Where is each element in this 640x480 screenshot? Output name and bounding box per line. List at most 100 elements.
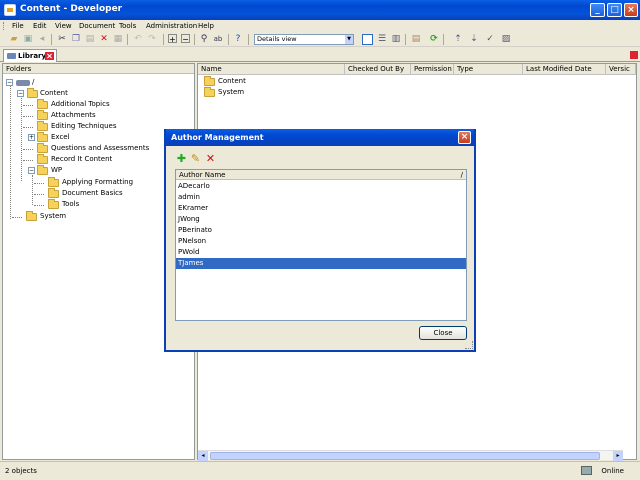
- cut-icon[interactable]: ✂: [56, 34, 68, 45]
- tree-item-label: Additional Topics: [51, 100, 110, 108]
- expand-icon[interactable]: +: [168, 34, 177, 44]
- dialog-close-icon[interactable]: ×: [458, 131, 471, 144]
- column-header-type[interactable]: Type: [454, 64, 523, 75]
- folder-icon: [37, 110, 48, 120]
- column-header-last-modified-date[interactable]: Last Modified Date: [523, 64, 606, 75]
- add-icon[interactable]: ✚: [176, 153, 187, 164]
- status-icon[interactable]: ▨: [500, 34, 512, 45]
- tree-root-label: /: [32, 78, 35, 86]
- undo-arrow-icon[interactable]: ↶: [132, 34, 144, 45]
- author-row[interactable]: PWold: [176, 247, 466, 258]
- collapse-toggle-icon[interactable]: −: [17, 90, 24, 97]
- close-icon[interactable]: [630, 51, 638, 59]
- folder-open-icon: [37, 165, 48, 175]
- close-button[interactable]: Close: [419, 326, 467, 340]
- tree-item-system[interactable]: System: [26, 211, 146, 222]
- open-icon[interactable]: ▰: [8, 34, 20, 45]
- horizontal-scrollbar[interactable]: ◂ ▸: [198, 450, 623, 461]
- tree-item-record-it-content[interactable]: Record It Content: [37, 154, 157, 165]
- author-list-header[interactable]: Author Name /: [176, 170, 466, 180]
- maximize-button[interactable]: □: [607, 3, 622, 17]
- spell-check-icon[interactable]: ab: [212, 34, 224, 45]
- tree-item-wp[interactable]: − WP: [28, 165, 148, 176]
- collapse-icon[interactable]: −: [181, 34, 190, 44]
- checked-out-icon[interactable]: ✓: [484, 34, 496, 45]
- tab-library[interactable]: Library: [3, 49, 57, 62]
- scroll-left-icon[interactable]: ◂: [198, 451, 208, 461]
- menu-tools[interactable]: Tools: [119, 22, 136, 30]
- author-row[interactable]: PNelson: [176, 236, 466, 247]
- resize-grip[interactable]: [465, 341, 473, 349]
- menu-bar: File Edit View Document Tools Administra…: [0, 20, 640, 32]
- expand-toggle-icon[interactable]: +: [28, 134, 35, 141]
- column-header-version[interactable]: Versic: [606, 64, 636, 75]
- delete-icon[interactable]: ✕: [205, 153, 216, 164]
- author-row[interactable]: admin: [176, 192, 466, 203]
- tree-item-tools[interactable]: Tools: [48, 199, 168, 210]
- copy-icon[interactable]: ❐: [70, 34, 82, 45]
- column-header-name[interactable]: Name: [198, 64, 345, 75]
- minimize-button[interactable]: _: [590, 3, 605, 17]
- author-row[interactable]: EKramer: [176, 203, 466, 214]
- tree-item-editing-techniques[interactable]: Editing Techniques: [37, 121, 157, 132]
- paste-icon[interactable]: ▤: [84, 34, 96, 45]
- sort-icon: /: [460, 171, 463, 179]
- chevron-down-icon[interactable]: ▼: [345, 35, 353, 44]
- tree-root[interactable]: − /: [6, 77, 46, 88]
- tree-item-attachments[interactable]: Attachments: [37, 110, 157, 121]
- folder-icon: [48, 199, 59, 209]
- collapse-toggle-icon[interactable]: −: [6, 79, 13, 86]
- connection-status: Online: [601, 467, 624, 475]
- author-row[interactable]: JWong: [176, 214, 466, 225]
- tree-item-document-basics[interactable]: Document Basics: [48, 188, 168, 199]
- column-header-checked-out-by[interactable]: Checked Out By: [345, 64, 411, 75]
- window-title: Content - Developer: [20, 4, 123, 14]
- author-row[interactable]: ADecarlo: [176, 181, 466, 192]
- columns-view-icon[interactable]: ▥: [390, 34, 402, 45]
- scroll-right-icon[interactable]: ▸: [613, 451, 623, 461]
- export-icon[interactable]: ▤: [410, 34, 422, 45]
- folder-icon: [204, 76, 215, 86]
- view-select[interactable]: Details view ▼: [254, 34, 354, 45]
- tree-item-content[interactable]: − Content: [17, 88, 117, 99]
- menu-administration[interactable]: Administration: [146, 22, 197, 30]
- delete-icon[interactable]: ✕: [98, 34, 110, 45]
- find-icon[interactable]: ⚲: [198, 34, 210, 45]
- author-list: Author Name / ADecarlo admin EKramer JWo…: [175, 169, 467, 321]
- refresh-icon[interactable]: ⟳: [428, 34, 440, 45]
- menu-document[interactable]: Document: [79, 22, 115, 30]
- author-row-selected[interactable]: TJames: [176, 258, 466, 269]
- status-bar: 2 objects Online: [0, 461, 640, 480]
- folder-icon: [37, 99, 48, 109]
- tree-item-applying-formatting[interactable]: Applying Formatting: [48, 177, 168, 188]
- tree-item-label: Excel: [51, 133, 70, 141]
- tab-strip: Library: [0, 48, 640, 62]
- collapse-toggle-icon[interactable]: −: [28, 167, 35, 174]
- folder-icon: [204, 87, 215, 97]
- details-view-icon[interactable]: [362, 34, 373, 45]
- menu-view[interactable]: View: [55, 22, 72, 30]
- close-tab-icon[interactable]: [45, 52, 54, 60]
- menu-file[interactable]: File: [12, 22, 24, 30]
- menu-edit[interactable]: Edit: [33, 22, 47, 30]
- scroll-thumb[interactable]: [210, 452, 600, 460]
- edit-icon[interactable]: ✎: [190, 153, 201, 164]
- check-out-icon[interactable]: ⇣: [468, 34, 480, 45]
- menu-help[interactable]: Help: [198, 22, 214, 30]
- save-icon[interactable]: ▣: [22, 34, 34, 45]
- undo-icon[interactable]: ◂: [36, 34, 48, 45]
- menu-grip: [3, 22, 6, 30]
- column-header-permission[interactable]: Permission: [411, 64, 454, 75]
- tree-item-excel[interactable]: + Excel: [28, 132, 148, 143]
- list-view-icon[interactable]: ☰: [376, 34, 388, 45]
- help-icon[interactable]: ?: [232, 34, 244, 45]
- close-window-button[interactable]: ×: [624, 3, 638, 17]
- author-row[interactable]: PBerinato: [176, 225, 466, 236]
- list-item-label: Content: [218, 77, 246, 85]
- tree-item-additional-topics[interactable]: Additional Topics: [37, 99, 157, 110]
- tree-item-label: Attachments: [51, 111, 96, 119]
- redo-arrow-icon[interactable]: ↷: [146, 34, 158, 45]
- tree-item-label: Document Basics: [62, 189, 123, 197]
- properties-icon[interactable]: ▦: [112, 34, 124, 45]
- check-in-icon[interactable]: ⇡: [452, 34, 464, 45]
